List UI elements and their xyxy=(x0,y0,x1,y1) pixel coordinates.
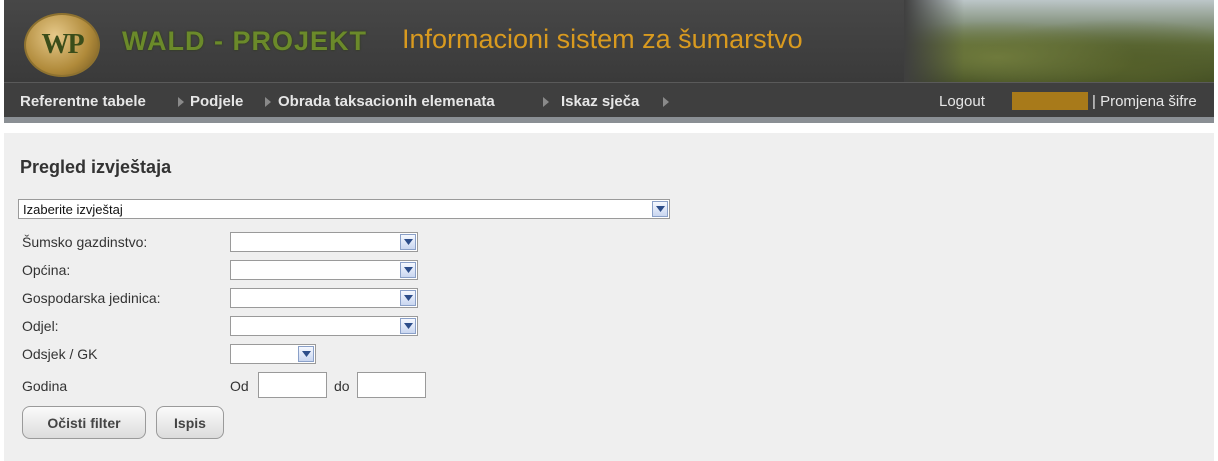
report-select-value: Izaberite izvještaj xyxy=(23,202,123,217)
year-to-input[interactable] xyxy=(357,372,426,398)
year-from-label: Od xyxy=(230,378,249,394)
nav-arrow-icon xyxy=(663,97,669,107)
year-from-input[interactable] xyxy=(258,372,327,398)
nav-item-obrada[interactable]: Obrada taksacionih elemenata xyxy=(278,93,495,110)
municipality-label: Općina: xyxy=(22,262,71,278)
forest-management-select[interactable] xyxy=(230,232,418,252)
main-nav: Referentne tabele Podjele Obrada taksaci… xyxy=(4,83,1214,117)
logo-text: WP xyxy=(41,29,84,60)
section-label: Odsjek / GK xyxy=(22,346,98,362)
wald-projekt-logo: WP xyxy=(24,13,100,77)
year-to-label: do xyxy=(334,378,350,394)
chevron-down-icon[interactable] xyxy=(298,346,314,362)
report-select[interactable]: Izaberite izvještaj xyxy=(18,199,670,219)
chevron-down-icon[interactable] xyxy=(400,290,416,306)
forest-management-label: Šumsko gazdinstvo: xyxy=(22,234,148,250)
economic-unit-select[interactable] xyxy=(230,288,418,308)
section-select[interactable] xyxy=(230,344,316,364)
clear-filter-button[interactable]: Očisti filter xyxy=(22,406,146,439)
chevron-down-icon[interactable] xyxy=(400,262,416,278)
nav-arrow-icon xyxy=(265,97,271,107)
nav-item-iskaz-sjeca[interactable]: Iskaz sječa xyxy=(561,93,639,110)
department-select[interactable] xyxy=(230,316,418,336)
nav-arrow-icon xyxy=(543,97,549,107)
nav-item-podjele[interactable]: Podjele xyxy=(190,93,243,110)
main-content: Pregled izvještaja Izaberite izvještaj Š… xyxy=(4,133,1214,461)
page-title: Pregled izvještaja xyxy=(20,157,172,177)
print-button[interactable]: Ispis xyxy=(156,406,224,439)
department-label: Odjel: xyxy=(22,318,59,334)
password-change-link[interactable]: | Promjena šifre xyxy=(1092,93,1197,110)
municipality-select[interactable] xyxy=(230,260,418,280)
chevron-down-icon[interactable] xyxy=(400,234,416,250)
logout-link[interactable]: Logout xyxy=(939,93,985,110)
brand-name: WALD - PROJEKT xyxy=(122,26,368,56)
nav-item-referentne-tabele[interactable]: Referentne tabele xyxy=(20,93,146,110)
nav-subbar xyxy=(4,117,1214,123)
nav-arrow-icon xyxy=(178,97,184,107)
banner: WP WALD - PROJEKT Informacioni sistem za… xyxy=(4,0,1214,82)
economic-unit-label: Gospodarska jedinica: xyxy=(22,290,161,306)
forest-banner-image xyxy=(904,0,1214,82)
chevron-down-icon[interactable] xyxy=(652,201,668,217)
chevron-down-icon[interactable] xyxy=(400,318,416,334)
header: WP WALD - PROJEKT Informacioni sistem za… xyxy=(4,0,1214,123)
username-box xyxy=(1012,92,1088,110)
system-title: Informacioni sistem za šumarstvo xyxy=(402,24,803,54)
year-label: Godina xyxy=(22,378,68,394)
